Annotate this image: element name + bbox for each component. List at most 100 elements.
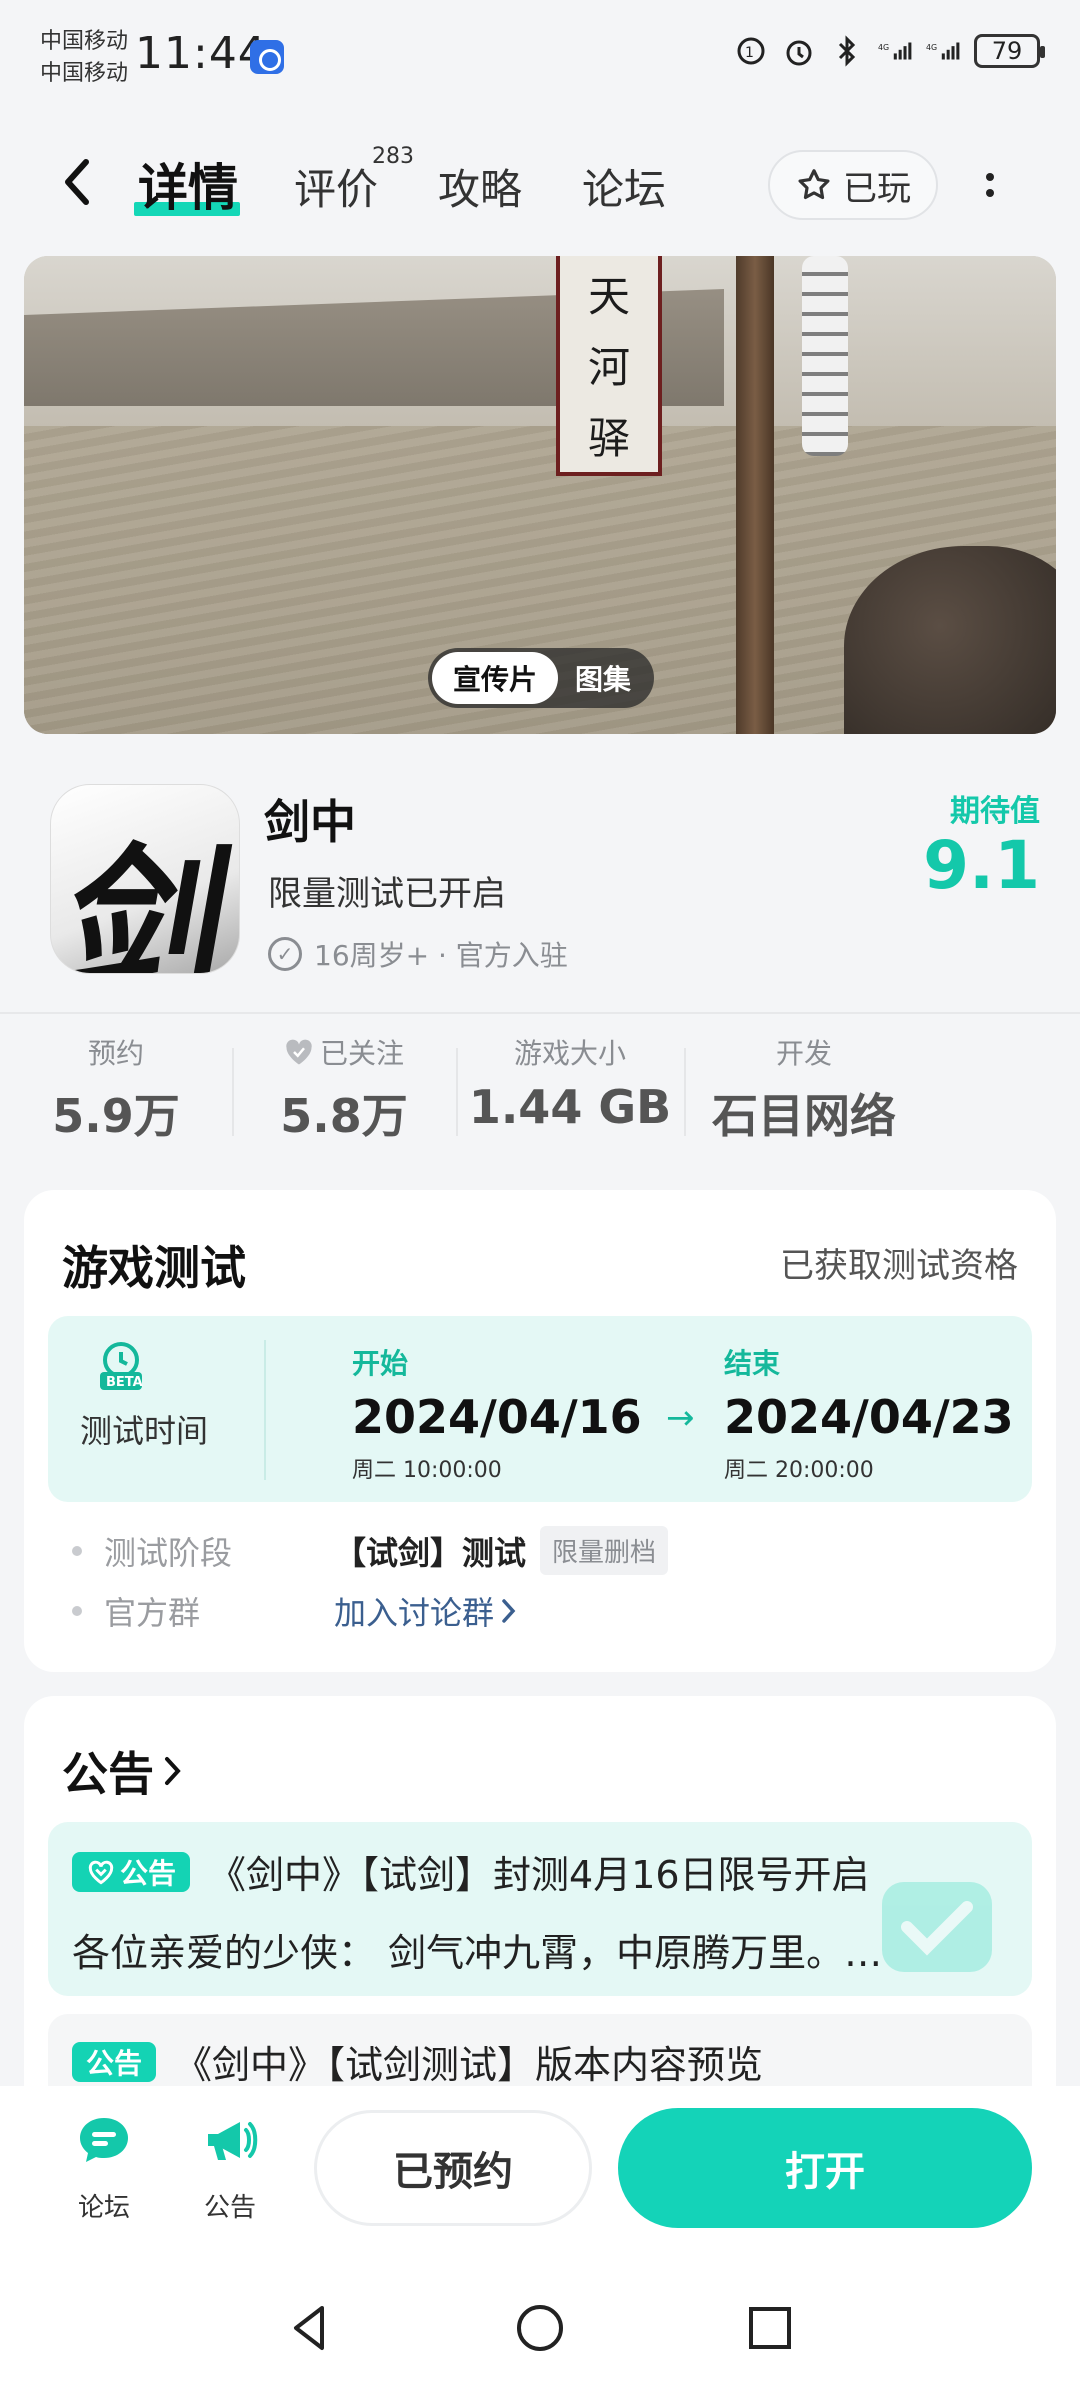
system-navigation-bar bbox=[0, 2256, 1080, 2400]
announcement-item[interactable]: 公告 《剑中》【试剑】封测4月16日限号开启 各位亲爱的少侠： 剑气冲九霄，中原… bbox=[48, 1822, 1032, 1996]
announcements-card: 公告 公告 《剑中》【试剑】封测4月16日限号开启 各位亲爱的少侠： 剑气冲九霄… bbox=[24, 1696, 1056, 2134]
top-navigation: 详情 评价 283 攻略 论坛 已玩 bbox=[0, 130, 1080, 240]
recents-square-icon[interactable] bbox=[740, 2298, 800, 2358]
sign-char: 天 bbox=[587, 271, 630, 321]
star-icon bbox=[798, 169, 830, 200]
stat-value: 5.8万 bbox=[280, 1089, 408, 1143]
more-dot bbox=[986, 189, 994, 197]
official-group-row: 官方群 加入讨论群 bbox=[72, 1588, 518, 1634]
heart-icon bbox=[286, 1039, 312, 1065]
age-rating-row[interactable]: ✓ 16周岁+ · 官方入驻 bbox=[268, 934, 568, 974]
test-end: 结束 2024/04/23 周二 20:00:00 bbox=[724, 1342, 1014, 1484]
chevron-right-icon bbox=[165, 1757, 181, 1785]
forum-label: 论坛 bbox=[77, 2193, 130, 2223]
tab-forum[interactable]: 论坛 bbox=[582, 156, 666, 217]
back-button[interactable] bbox=[56, 152, 100, 212]
phase-label: 测试阶段 bbox=[104, 1533, 233, 1572]
announcement-excerpt: 各位亲爱的少侠： 剑气冲九霄，中原腾万里。… bbox=[72, 1931, 883, 1975]
data-saver-icon: 1 bbox=[734, 34, 768, 68]
announcement-title-row: 公告 《剑中》【试剑测试】版本内容预览 bbox=[72, 2034, 763, 2089]
alarm-icon bbox=[782, 34, 816, 68]
announcement-title: 《剑中》【试剑测试】版本内容预览 bbox=[174, 2043, 764, 2087]
tab-guides[interactable]: 攻略 bbox=[438, 156, 522, 217]
battery-level: 79 bbox=[991, 37, 1023, 65]
bullet bbox=[72, 1606, 82, 1616]
test-qualification-status: 已获取测试资格 bbox=[780, 1246, 1018, 1286]
bullet bbox=[72, 1545, 82, 1556]
stat-size: 游戏大小 1.44 GB bbox=[456, 1030, 684, 1150]
open-button[interactable]: 打开 bbox=[618, 2108, 1032, 2228]
chat-bubble-icon bbox=[80, 2118, 128, 2162]
announcement-badge: 公告 bbox=[72, 2041, 157, 2082]
media-tab-gallery[interactable]: 图集 bbox=[558, 652, 648, 704]
stat-label: 已关注 bbox=[319, 1037, 404, 1070]
expect-label: 期待值 bbox=[950, 794, 1040, 829]
svg-text:1: 1 bbox=[745, 45, 754, 61]
phase-value: 【试剑】测试 bbox=[334, 1533, 527, 1572]
tab-label: 详情 bbox=[138, 159, 238, 217]
test-card-title: 游戏测试 bbox=[62, 1241, 246, 1295]
battery-indicator: 79 bbox=[974, 34, 1045, 68]
tab-label: 论坛 bbox=[582, 165, 667, 214]
stat-value: 5.9万 bbox=[52, 1089, 180, 1143]
notice-label: 公告 bbox=[203, 2193, 256, 2223]
test-time-label: 测试时间 bbox=[80, 1412, 209, 1450]
tab-reviews[interactable]: 评价 bbox=[294, 156, 378, 217]
stat-value: 1.44 GB bbox=[468, 1080, 672, 1134]
notification-app-icon bbox=[250, 40, 284, 74]
played-button[interactable]: 已玩 bbox=[768, 150, 938, 220]
announcements-header[interactable]: 公告 bbox=[62, 1738, 184, 1804]
beta-icon: BETA bbox=[86, 1338, 156, 1394]
stat-value: 石目网络 bbox=[712, 1089, 896, 1143]
test-start: 开始 2024/04/16 周二 10:00:00 bbox=[352, 1342, 642, 1484]
end-label: 结束 bbox=[724, 1347, 781, 1380]
megaphone-icon bbox=[208, 2122, 258, 2160]
stat-label-row: 已关注 bbox=[232, 1030, 456, 1074]
home-circle-icon[interactable] bbox=[510, 2298, 570, 2358]
app-subtitle: 限量测试已开启 bbox=[268, 874, 506, 914]
stat-reservations: 预约 5.9万 bbox=[0, 1030, 232, 1150]
media-banner[interactable]: 天 河 驿 宣传片 图集 bbox=[24, 256, 1056, 734]
announcements-title: 公告 bbox=[62, 1747, 154, 1801]
chevron-left-icon bbox=[65, 159, 89, 205]
expectation-score: 期待值 9.1 bbox=[923, 786, 1040, 902]
check-circle-icon: ✓ bbox=[268, 937, 302, 971]
back-triangle-icon[interactable] bbox=[280, 2298, 340, 2358]
divider bbox=[0, 1012, 1080, 1014]
stat-label: 开发 bbox=[775, 1037, 832, 1070]
stat-followers[interactable]: 已关注 5.8万 bbox=[232, 1030, 456, 1150]
app-name: 剑中 bbox=[264, 795, 356, 849]
clock: 11:44 bbox=[135, 28, 267, 79]
forum-shortcut[interactable]: 论坛 bbox=[54, 2110, 154, 2224]
age-rating-text: 16周岁+ · 官方入驻 bbox=[314, 939, 568, 972]
test-divider bbox=[264, 1340, 266, 1480]
arrow-right-icon: → bbox=[666, 1398, 695, 1438]
start-time: 周二 10:00:00 bbox=[352, 1458, 502, 1483]
media-tabs: 宣传片 图集 bbox=[428, 648, 654, 708]
played-label: 已玩 bbox=[843, 168, 911, 209]
sign-char: 驿 bbox=[587, 413, 630, 463]
join-group-link[interactable]: 加入讨论群 bbox=[334, 1588, 518, 1634]
group-label: 官方群 bbox=[104, 1594, 201, 1632]
expect-value: 9.1 bbox=[923, 827, 1040, 904]
bottom-action-bar: 论坛 公告 已预约 打开 bbox=[0, 2086, 1080, 2256]
carrier-info: 中国移动 中国移动 bbox=[40, 26, 128, 90]
signal-icon-1: 4G bbox=[878, 34, 912, 68]
signal-icon-2: 4G bbox=[926, 34, 960, 68]
more-options-button[interactable] bbox=[978, 160, 1002, 210]
tab-label: 攻略 bbox=[438, 165, 523, 214]
tab-label: 评价 bbox=[294, 165, 379, 214]
media-tab-trailer[interactable]: 宣传片 bbox=[432, 652, 558, 704]
heart-badge-icon bbox=[88, 1860, 114, 1884]
stat-developer[interactable]: 开发 石目网络 bbox=[684, 1030, 924, 1150]
reserved-button[interactable]: 已预约 bbox=[314, 2110, 592, 2226]
badge-label: 公告 bbox=[120, 1856, 177, 1890]
check-watermark-icon bbox=[882, 1882, 992, 1972]
net-label-2: 4G bbox=[926, 43, 937, 52]
stat-label: 预约 bbox=[87, 1037, 144, 1070]
review-count-badge: 283 bbox=[372, 144, 414, 169]
tab-details[interactable]: 详情 bbox=[134, 148, 240, 220]
notice-shortcut[interactable]: 公告 bbox=[180, 2110, 280, 2224]
banner-pole bbox=[736, 256, 774, 734]
bluetooth-icon bbox=[830, 34, 864, 68]
